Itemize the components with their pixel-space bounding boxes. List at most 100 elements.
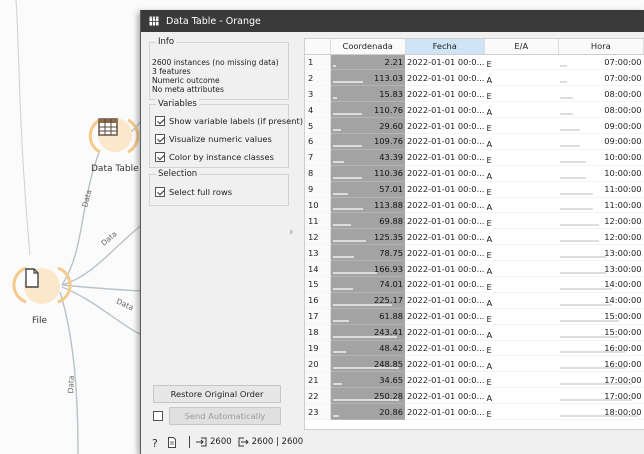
- cell-fecha[interactable]: 2022-01-01 00:0...: [405, 181, 485, 198]
- table-row[interactable]: 17 61.88 2022-01-01 00:0... E 15:00:00: [305, 308, 644, 325]
- row-number[interactable]: 9: [305, 181, 331, 198]
- row-number[interactable]: 23: [305, 403, 331, 420]
- cell-fecha[interactable]: 2022-01-01 00:0...: [405, 165, 485, 182]
- cell-ea[interactable]: E: [484, 181, 559, 198]
- cell-coordenada[interactable]: 48.42: [330, 340, 406, 357]
- data-table-window[interactable]: Data Table - Orange Info 2600 instances …: [140, 10, 644, 454]
- cell-hora[interactable]: 15:00:00: [558, 324, 644, 341]
- cell-coordenada[interactable]: 110.76: [330, 101, 406, 119]
- cell-fecha[interactable]: 2022-01-01 00:0...: [405, 403, 485, 420]
- column-header-ea[interactable]: E/A: [484, 39, 559, 55]
- table-row[interactable]: 10 113.88 2022-01-01 00:0... A 11:00:00: [305, 197, 644, 214]
- cell-hora[interactable]: 16:00:00: [558, 355, 644, 373]
- cell-fecha[interactable]: 2022-01-01 00:0...: [405, 117, 485, 134]
- cell-ea[interactable]: E: [484, 117, 559, 134]
- cell-fecha[interactable]: 2022-01-01 00:0...: [405, 260, 485, 277]
- cell-fecha[interactable]: 2022-01-01 00:0...: [405, 371, 485, 389]
- data-table-widget-icon[interactable]: [98, 118, 132, 152]
- send-automatically-checkbox[interactable]: [153, 411, 163, 421]
- table-row[interactable]: 19 48.42 2022-01-01 00:0... E 16:00:00: [305, 340, 644, 357]
- table-row[interactable]: 18 243.41 2022-01-01 00:0... A 15:00:00: [305, 324, 644, 341]
- cell-hora[interactable]: 10:00:00: [558, 149, 644, 166]
- cell-fecha[interactable]: 2022-01-01 00:0...: [405, 197, 485, 214]
- table-row[interactable]: 3 15.83 2022-01-01 00:0... E 08:00:00: [305, 85, 644, 103]
- cell-coordenada[interactable]: 110.36: [330, 165, 406, 182]
- row-number[interactable]: 4: [305, 101, 331, 119]
- checkbox-checked-icon[interactable]: [155, 187, 165, 197]
- table-row[interactable]: 11 69.88 2022-01-01 00:0... E 12:00:00: [305, 212, 644, 230]
- table-row[interactable]: 16 225.17 2022-01-01 00:0... A 14:00:00: [305, 292, 644, 309]
- table-row[interactable]: 1 2.21 2022-01-01 00:0... E 07:00:00: [305, 54, 644, 71]
- row-number[interactable]: 21: [305, 371, 331, 389]
- cell-hora[interactable]: 12:00:00: [558, 212, 644, 230]
- cell-ea[interactable]: A: [484, 292, 559, 309]
- table-row[interactable]: 5 29.60 2022-01-01 00:0... E 09:00:00: [305, 117, 644, 134]
- cell-fecha[interactable]: 2022-01-01 00:0...: [405, 355, 485, 373]
- cell-fecha[interactable]: 2022-01-01 00:0...: [405, 101, 485, 119]
- cell-fecha[interactable]: 2022-01-01 00:0...: [405, 292, 485, 309]
- corner-header[interactable]: [305, 39, 331, 55]
- cell-coordenada[interactable]: 78.75: [330, 244, 406, 262]
- cell-ea[interactable]: A: [484, 197, 559, 214]
- cell-hora[interactable]: 11:00:00: [558, 197, 644, 214]
- color-by-instance-classes-checkbox[interactable]: Color by instance classes: [155, 151, 274, 163]
- cell-fecha[interactable]: 2022-01-01 00:0...: [405, 85, 485, 103]
- cell-fecha[interactable]: 2022-01-01 00:0...: [405, 212, 485, 230]
- cell-ea[interactable]: E: [484, 276, 559, 293]
- cell-coordenada[interactable]: 15.83: [330, 85, 406, 103]
- cell-coordenada[interactable]: 43.39: [330, 149, 406, 166]
- cell-ea[interactable]: E: [484, 212, 559, 230]
- column-header-coordenada[interactable]: Coordenada: [330, 39, 406, 55]
- cell-hora[interactable]: 07:00:00: [558, 54, 644, 71]
- window-titlebar[interactable]: Data Table - Orange: [141, 10, 644, 32]
- cell-ea[interactable]: A: [484, 387, 559, 405]
- table-row[interactable]: 21 34.65 2022-01-01 00:0... E 17:00:00: [305, 371, 644, 389]
- cell-ea[interactable]: E: [484, 54, 559, 71]
- cell-ea[interactable]: A: [484, 69, 559, 87]
- checkbox-checked-icon[interactable]: [155, 152, 165, 162]
- report-icon[interactable]: [167, 436, 177, 448]
- table-row[interactable]: 7 43.39 2022-01-01 00:0... E 10:00:00: [305, 149, 644, 166]
- cell-coordenada[interactable]: 34.65: [330, 371, 406, 389]
- checkbox-checked-icon[interactable]: [155, 116, 165, 126]
- column-header-fecha[interactable]: Fecha: [405, 39, 485, 55]
- cell-hora[interactable]: 10:00:00: [558, 165, 644, 182]
- file-widget-icon[interactable]: [24, 268, 60, 304]
- cell-hora[interactable]: 08:00:00: [558, 85, 644, 103]
- cell-fecha[interactable]: 2022-01-01 00:0...: [405, 324, 485, 341]
- send-automatically-button[interactable]: Send Automatically: [169, 407, 281, 425]
- cell-hora[interactable]: 09:00:00: [558, 133, 644, 150]
- row-number[interactable]: 12: [305, 228, 331, 246]
- cell-coordenada[interactable]: 125.35: [330, 228, 406, 246]
- cell-hora[interactable]: 18:00:00: [558, 403, 644, 420]
- cell-ea[interactable]: E: [484, 149, 559, 166]
- cell-hora[interactable]: 11:00:00: [558, 181, 644, 198]
- table-row[interactable]: 6 109.76 2022-01-01 00:0... A 09:00:00: [305, 133, 644, 150]
- table-row[interactable]: 2 113.03 2022-01-01 00:0... A 07:00:00: [305, 69, 644, 87]
- table-row[interactable]: 20 248.85 2022-01-01 00:0... A 16:00:00: [305, 355, 644, 373]
- row-number[interactable]: 14: [305, 260, 331, 277]
- cell-ea[interactable]: E: [484, 85, 559, 103]
- cell-hora[interactable]: 16:00:00: [558, 340, 644, 357]
- cell-coordenada[interactable]: 248.85: [330, 355, 406, 373]
- cell-hora[interactable]: 12:00:00: [558, 228, 644, 246]
- cell-fecha[interactable]: 2022-01-01 00:0...: [405, 276, 485, 293]
- table-row[interactable]: 23 20.86 2022-01-01 00:0... E 18:00:00: [305, 403, 644, 420]
- cell-hora[interactable]: 17:00:00: [558, 371, 644, 389]
- cell-coordenada[interactable]: 29.60: [330, 117, 406, 134]
- help-icon[interactable]: ?: [151, 437, 161, 448]
- cell-hora[interactable]: 09:00:00: [558, 117, 644, 134]
- cell-ea[interactable]: A: [484, 101, 559, 119]
- cell-ea[interactable]: E: [484, 244, 559, 262]
- cell-ea[interactable]: E: [484, 403, 559, 420]
- row-number[interactable]: 7: [305, 149, 331, 166]
- checkbox-checked-icon[interactable]: [155, 134, 165, 144]
- cell-fecha[interactable]: 2022-01-01 00:0...: [405, 149, 485, 166]
- cell-hora[interactable]: 13:00:00: [558, 260, 644, 277]
- cell-coordenada[interactable]: 20.86: [330, 403, 406, 420]
- cell-ea[interactable]: E: [484, 340, 559, 357]
- table-row[interactable]: 9 57.01 2022-01-01 00:0... E 11:00:00: [305, 181, 644, 198]
- table-row[interactable]: 22 250.28 2022-01-01 00:0... A 17:00:00: [305, 387, 644, 405]
- row-number[interactable]: 3: [305, 85, 331, 103]
- cell-coordenada[interactable]: 57.01: [330, 181, 406, 198]
